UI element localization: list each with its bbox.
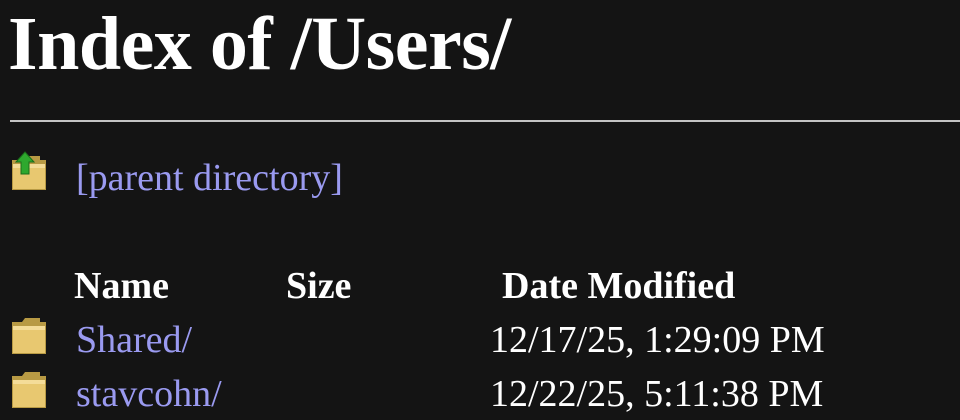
column-header-date-modified[interactable]: Date Modified bbox=[502, 264, 735, 308]
horizontal-rule bbox=[10, 120, 960, 122]
date-modified: 12/22/25, 5:11:38 PM bbox=[490, 373, 824, 415]
date-modified: 12/17/25, 1:29:09 PM bbox=[490, 319, 825, 361]
folder-icon[interactable] bbox=[10, 314, 48, 356]
column-header-size[interactable]: Size bbox=[286, 264, 351, 308]
parent-directory-link[interactable]: [parent directory] bbox=[76, 156, 343, 200]
folder-up-icon[interactable] bbox=[10, 150, 48, 192]
page-title: Index of /Users/ bbox=[8, 2, 511, 86]
folder-icon[interactable] bbox=[10, 368, 48, 410]
file-name-link[interactable]: stavcohn/ bbox=[76, 372, 222, 416]
column-header-name[interactable]: Name bbox=[74, 264, 169, 308]
file-name-link[interactable]: Shared/ bbox=[76, 318, 192, 362]
